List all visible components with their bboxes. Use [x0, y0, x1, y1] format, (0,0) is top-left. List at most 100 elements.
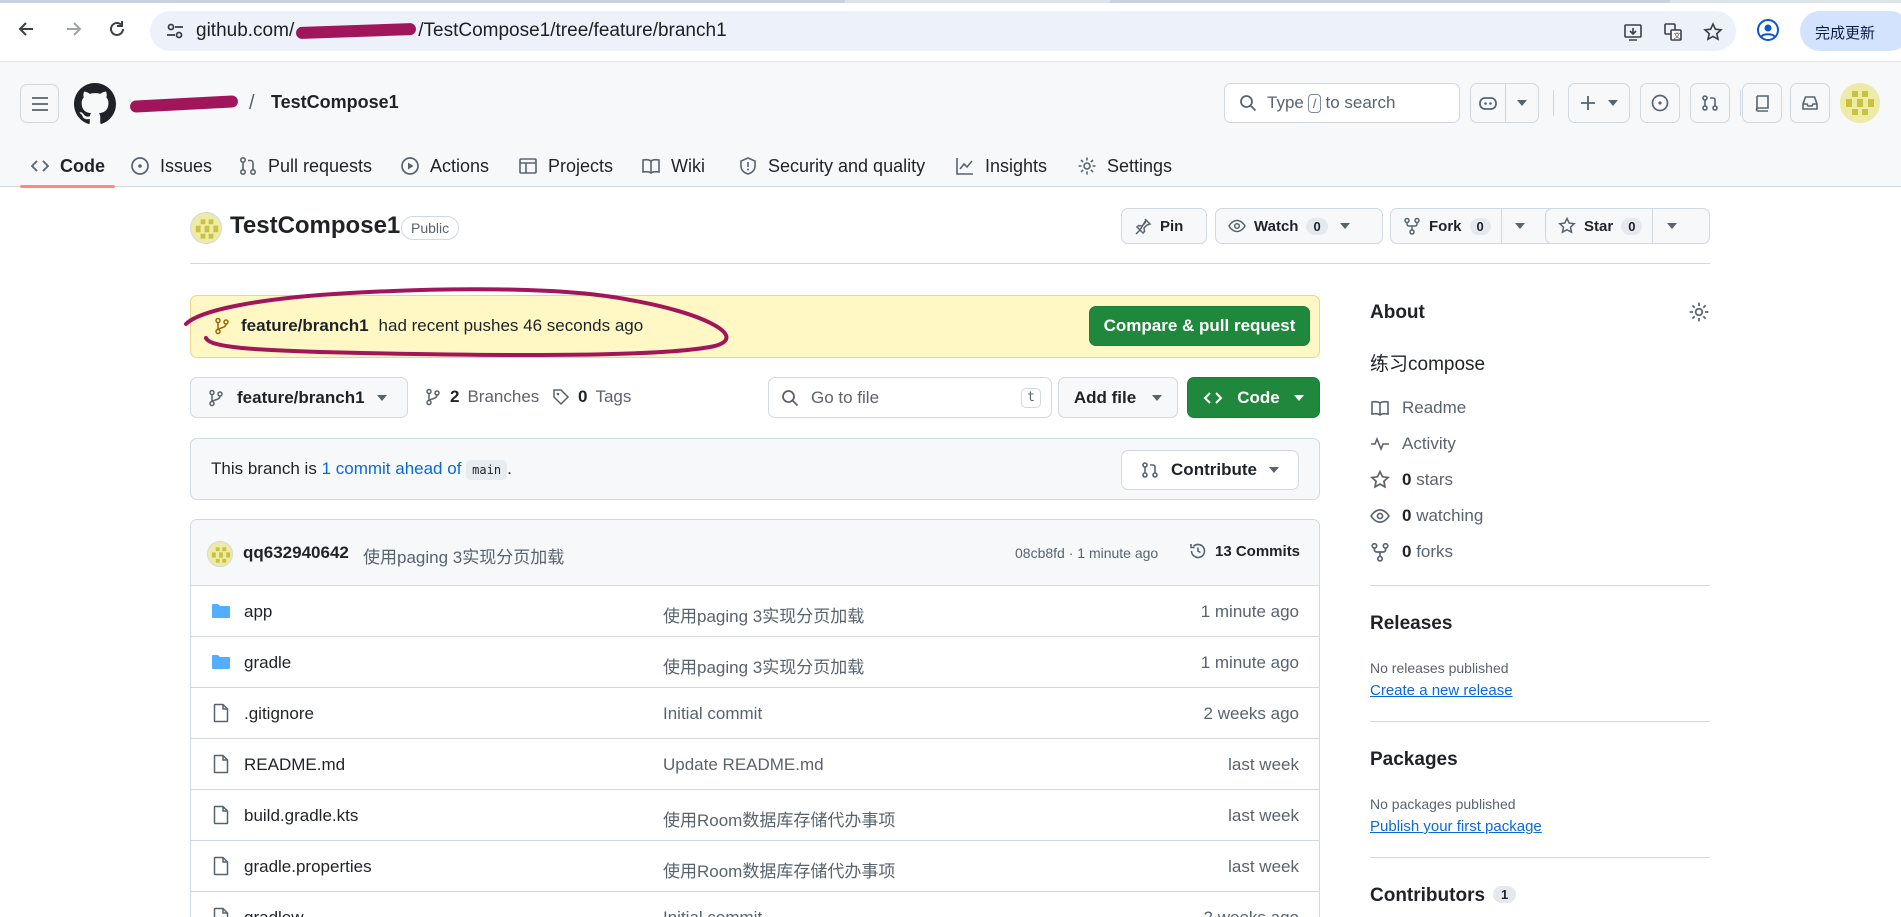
readme-link[interactable]: Readme [1370, 398, 1466, 418]
create-release-link[interactable]: Create a new release [1370, 682, 1513, 699]
pin-button[interactable]: Pin [1121, 208, 1207, 244]
pull-requests-button[interactable] [1690, 83, 1730, 123]
file-row[interactable]: gradle 使用paging 3实现分页加载 1 minute ago [191, 637, 1319, 688]
forks-link[interactable]: 0 forks [1370, 542, 1453, 562]
file-name[interactable]: gradle [244, 653, 291, 673]
file-row[interactable]: gradlew Initial commit 2 weeks ago [191, 892, 1319, 917]
branches-link[interactable]: 2 Branches [424, 387, 539, 407]
install-app-icon[interactable] [1620, 19, 1646, 45]
owner-redaction[interactable] [130, 94, 238, 114]
tab-pull-requests[interactable]: Pull requests [238, 145, 372, 187]
commit-message[interactable]: 使用paging 3实现分页加载 [363, 543, 564, 568]
tab-insights[interactable]: Insights [955, 145, 1047, 187]
commit-author[interactable]: qq632940642 [243, 543, 349, 563]
tab-security[interactable]: Security and quality [738, 145, 925, 187]
tab-wiki[interactable]: Wiki [641, 145, 705, 187]
tags-link[interactable]: 0 Tags [552, 387, 631, 407]
issues-button[interactable] [1640, 83, 1680, 123]
forks-count: 0 [1402, 542, 1412, 561]
banner-branch-name[interactable]: feature/branch1 [241, 316, 369, 336]
site-settings-icon[interactable] [164, 20, 186, 42]
forward-icon[interactable] [58, 14, 88, 44]
file-name[interactable]: .gitignore [244, 704, 314, 724]
file-commit-message[interactable]: Initial commit [663, 908, 762, 917]
create-new-button[interactable] [1568, 83, 1630, 123]
search-input[interactable]: Type / to search [1224, 83, 1460, 123]
github-logo-icon[interactable] [74, 83, 116, 125]
tab-strip [0, 0, 1901, 3]
repositories-button[interactable] [1742, 83, 1782, 123]
file-commit-message[interactable]: 使用paging 3实现分页加载 [663, 602, 864, 627]
inbox-button[interactable] [1790, 83, 1830, 123]
file-row[interactable]: README.md Update README.md last week [191, 739, 1319, 790]
copilot-button[interactable] [1470, 83, 1506, 123]
file-row[interactable]: .gitignore Initial commit 2 weeks ago [191, 688, 1319, 739]
tab-projects[interactable]: Projects [518, 145, 613, 187]
compare-pull-request-button[interactable]: Compare & pull request [1089, 306, 1310, 346]
repo-name[interactable]: TestCompose1 [230, 212, 400, 240]
address-bar[interactable]: github.com//TestCompose1/tree/feature/br… [150, 11, 1736, 51]
watch-button[interactable]: Watch 0 [1215, 208, 1383, 244]
commit-sha-time[interactable]: 08cb8fd · 1 minute ago [1015, 545, 1158, 561]
bookmark-star-icon[interactable] [1700, 19, 1726, 45]
stars-link[interactable]: 0 stars [1370, 470, 1453, 490]
publish-package-link[interactable]: Publish your first package [1370, 818, 1542, 835]
recent-push-banner: feature/branch1 had recent pushes 46 sec… [190, 295, 1320, 358]
tab-actions[interactable]: Actions [400, 145, 489, 187]
tab-code[interactable]: Code [20, 145, 115, 188]
file-commit-message[interactable]: 使用paging 3实现分页加载 [663, 653, 864, 678]
svg-text:文: 文 [1674, 31, 1681, 40]
commits-history-link[interactable]: 13 Commits [1189, 542, 1300, 560]
code-button[interactable]: Code [1187, 377, 1320, 418]
triangle-down-icon [1293, 394, 1304, 401]
contribute-button[interactable]: Contribute [1121, 450, 1299, 490]
breadcrumb-repo[interactable]: TestCompose1 [271, 92, 399, 113]
file-row[interactable]: app 使用paging 3实现分页加载 1 minute ago [191, 586, 1319, 637]
profile-icon[interactable] [1756, 18, 1782, 44]
triangle-down-icon [1268, 467, 1279, 473]
fork-icon [1370, 542, 1390, 562]
watching-link[interactable]: 0 watching [1370, 506, 1483, 526]
branch-selector[interactable]: feature/branch1 [190, 377, 408, 418]
go-to-file-input[interactable]: Go to file t [768, 377, 1052, 418]
plus-icon [1580, 95, 1596, 111]
tab-settings[interactable]: Settings [1077, 145, 1172, 187]
reload-icon[interactable] [102, 14, 132, 44]
file-name[interactable]: gradlew [244, 908, 304, 917]
gear-icon[interactable] [1688, 301, 1710, 323]
menu-icon[interactable] [20, 84, 59, 123]
file-name[interactable]: README.md [244, 755, 345, 775]
translate-icon[interactable]: 文 [1660, 19, 1686, 45]
table-icon [518, 156, 538, 176]
file-commit-message[interactable]: 使用Room数据库存储代办事项 [663, 857, 895, 882]
file-name[interactable]: gradle.properties [244, 857, 372, 877]
star-dropdown[interactable] [1652, 209, 1690, 243]
contributors-count: 1 [1493, 886, 1517, 903]
releases-empty-text: No releases published [1370, 660, 1509, 676]
browser-update-button[interactable]: 完成更新 [1800, 11, 1901, 51]
back-icon[interactable] [12, 14, 42, 44]
file-commit-message[interactable]: 使用Room数据库存储代办事项 [663, 806, 895, 831]
star-button[interactable]: Star 0 [1545, 208, 1710, 244]
file-name[interactable]: app [244, 602, 272, 622]
sidebar-divider [1370, 585, 1710, 586]
fork-button[interactable]: Fork 0 [1390, 208, 1556, 244]
fork-dropdown[interactable] [1500, 209, 1539, 243]
commit-author-avatar[interactable] [207, 541, 233, 567]
repo-owner-avatar[interactable] [190, 212, 222, 244]
file-row[interactable]: gradle.properties 使用Room数据库存储代办事项 last w… [191, 841, 1319, 892]
file-commit-message[interactable]: Update README.md [663, 755, 824, 775]
packages-heading[interactable]: Packages [1370, 749, 1458, 771]
file-name[interactable]: build.gradle.kts [244, 806, 358, 826]
file-commit-message[interactable]: Initial commit [663, 704, 762, 724]
user-avatar[interactable] [1840, 83, 1880, 123]
releases-heading[interactable]: Releases [1370, 613, 1452, 635]
star-count: 0 [1621, 217, 1643, 235]
file-row[interactable]: build.gradle.kts 使用Room数据库存储代办事项 last we… [191, 790, 1319, 841]
add-file-button[interactable]: Add file [1058, 377, 1178, 418]
copilot-dropdown[interactable] [1505, 83, 1539, 123]
contributors-heading[interactable]: Contributors 1 [1370, 885, 1517, 907]
commits-ahead-link[interactable]: 1 commit ahead of [322, 459, 462, 478]
activity-link[interactable]: Activity [1370, 434, 1456, 454]
tab-issues[interactable]: Issues [130, 145, 212, 187]
